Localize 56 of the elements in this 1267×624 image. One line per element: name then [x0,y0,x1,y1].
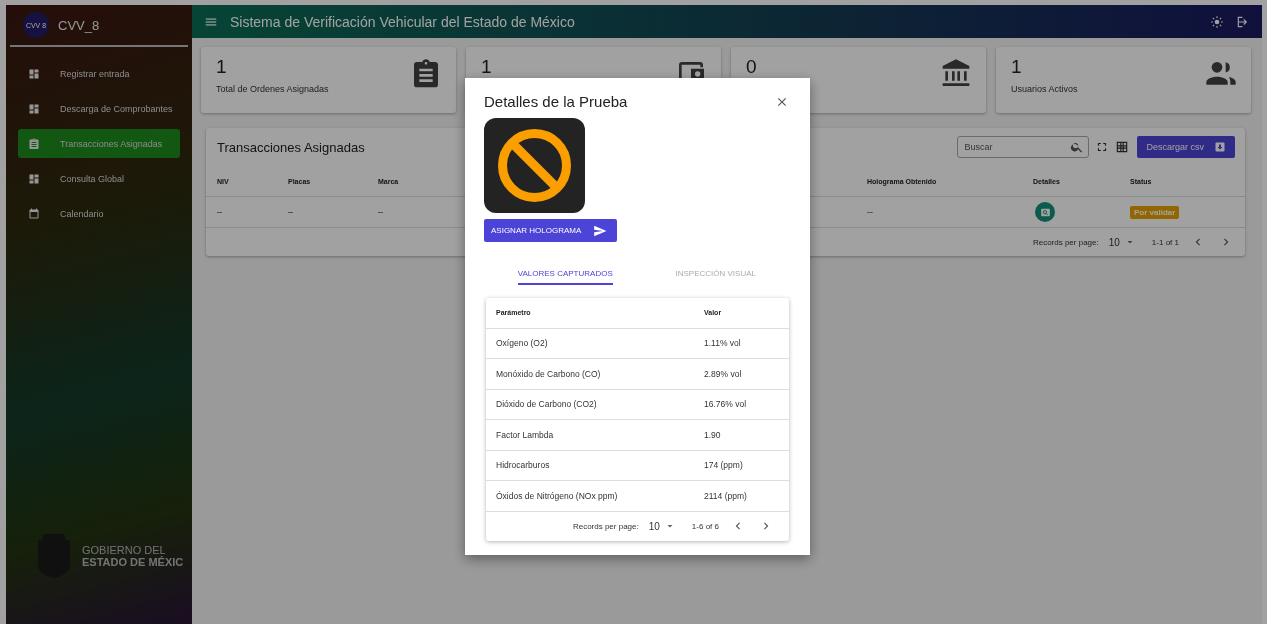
clipboard-icon [28,137,40,150]
send-icon [593,223,608,238]
rows-per-page-select[interactable]: 10 [1108,236,1136,248]
table-cell-text: Hidrocarburos [496,460,551,471]
rows-per-page-label: Records per page: [1032,237,1099,247]
sidebar-item[interactable]: Registrar entrada [18,59,180,88]
stat-value: 1 [481,56,492,78]
table-title: Transacciones Asignadas [217,139,366,155]
grid-icon[interactable] [1115,140,1130,154]
page-range: 1-6 of 6 [691,521,719,531]
table-cell-text: Óxidos de Nitrógeno (NOx ppm) [496,490,619,501]
dashboard-icon [28,67,40,80]
dashboard-icon [28,172,40,185]
stat-value: 1 [1011,56,1023,78]
dialog-title: Detalles de la Prueba [484,93,628,110]
table-cell-text: Dióxido de Carbono (CO2) [496,399,598,410]
table-cell-text: – [378,207,384,217]
table-cell-text: Monóxido de Carbono (CO) [496,368,602,379]
status-badge: Por validar [1130,205,1180,219]
app-title: Sistema de Verificación Vehicular del Estado de México [230,13,576,30]
table-cell-text: -- [867,207,874,217]
sidebar-item[interactable]: Calendario [18,199,180,228]
stat-value: 0 [746,56,757,78]
rows-per-page-label: Records per page: [572,521,639,531]
page-range: 1-1 of 1 [1151,237,1179,247]
wallet-icon [678,62,704,80]
tab[interactable]: VALORES CAPTURADOS [490,269,641,290]
search-field[interactable]: Buscar [957,136,1090,158]
table-cell-text: 1.90 [704,429,722,440]
logout-icon[interactable] [1236,14,1250,29]
table-cell-text: 2114 (ppm) [704,490,748,501]
stat-value: 1 [216,56,228,78]
table-cell-text: Oxígeno (O2) [496,338,549,349]
calendar-icon [28,207,40,220]
prohibited-sign-icon [484,118,585,213]
download-csv-button[interactable]: Descargar csv [1137,136,1235,158]
sidebar-item[interactable]: Consulta Global [18,164,180,193]
table-cell-text: 174 (ppm) [704,460,744,471]
table-cell-text: – [217,207,223,217]
table-cell-text: – [288,207,294,217]
details-button[interactable] [1035,202,1055,222]
sidebar-item[interactable]: Descarga de Comprobantes [18,94,180,123]
search-icon [1070,140,1085,154]
user-name: CVV_8 [58,17,100,33]
table-cell-text: 2.89% vol [704,368,743,379]
government-logo-text: GOBIERNO DEL ESTADO DE MÉXIC [82,544,184,568]
assign-hologram-button[interactable]: ASIGNAR HOLOGRAMA [484,219,617,242]
rows-per-page-select[interactable]: 10 [648,520,676,532]
dashboard-icon [28,102,40,115]
table-cell-text: 16.76% vol [704,399,748,410]
brightness-icon[interactable] [1210,14,1224,29]
stat-label: Total de Ordenes Asignadas [216,84,329,94]
table-cell-text: 1.11% vol [704,338,742,349]
download-icon [1214,141,1226,153]
stat-label: Usuarios Activos [1011,84,1078,94]
table-cell-text: Factor Lambda [496,429,555,440]
